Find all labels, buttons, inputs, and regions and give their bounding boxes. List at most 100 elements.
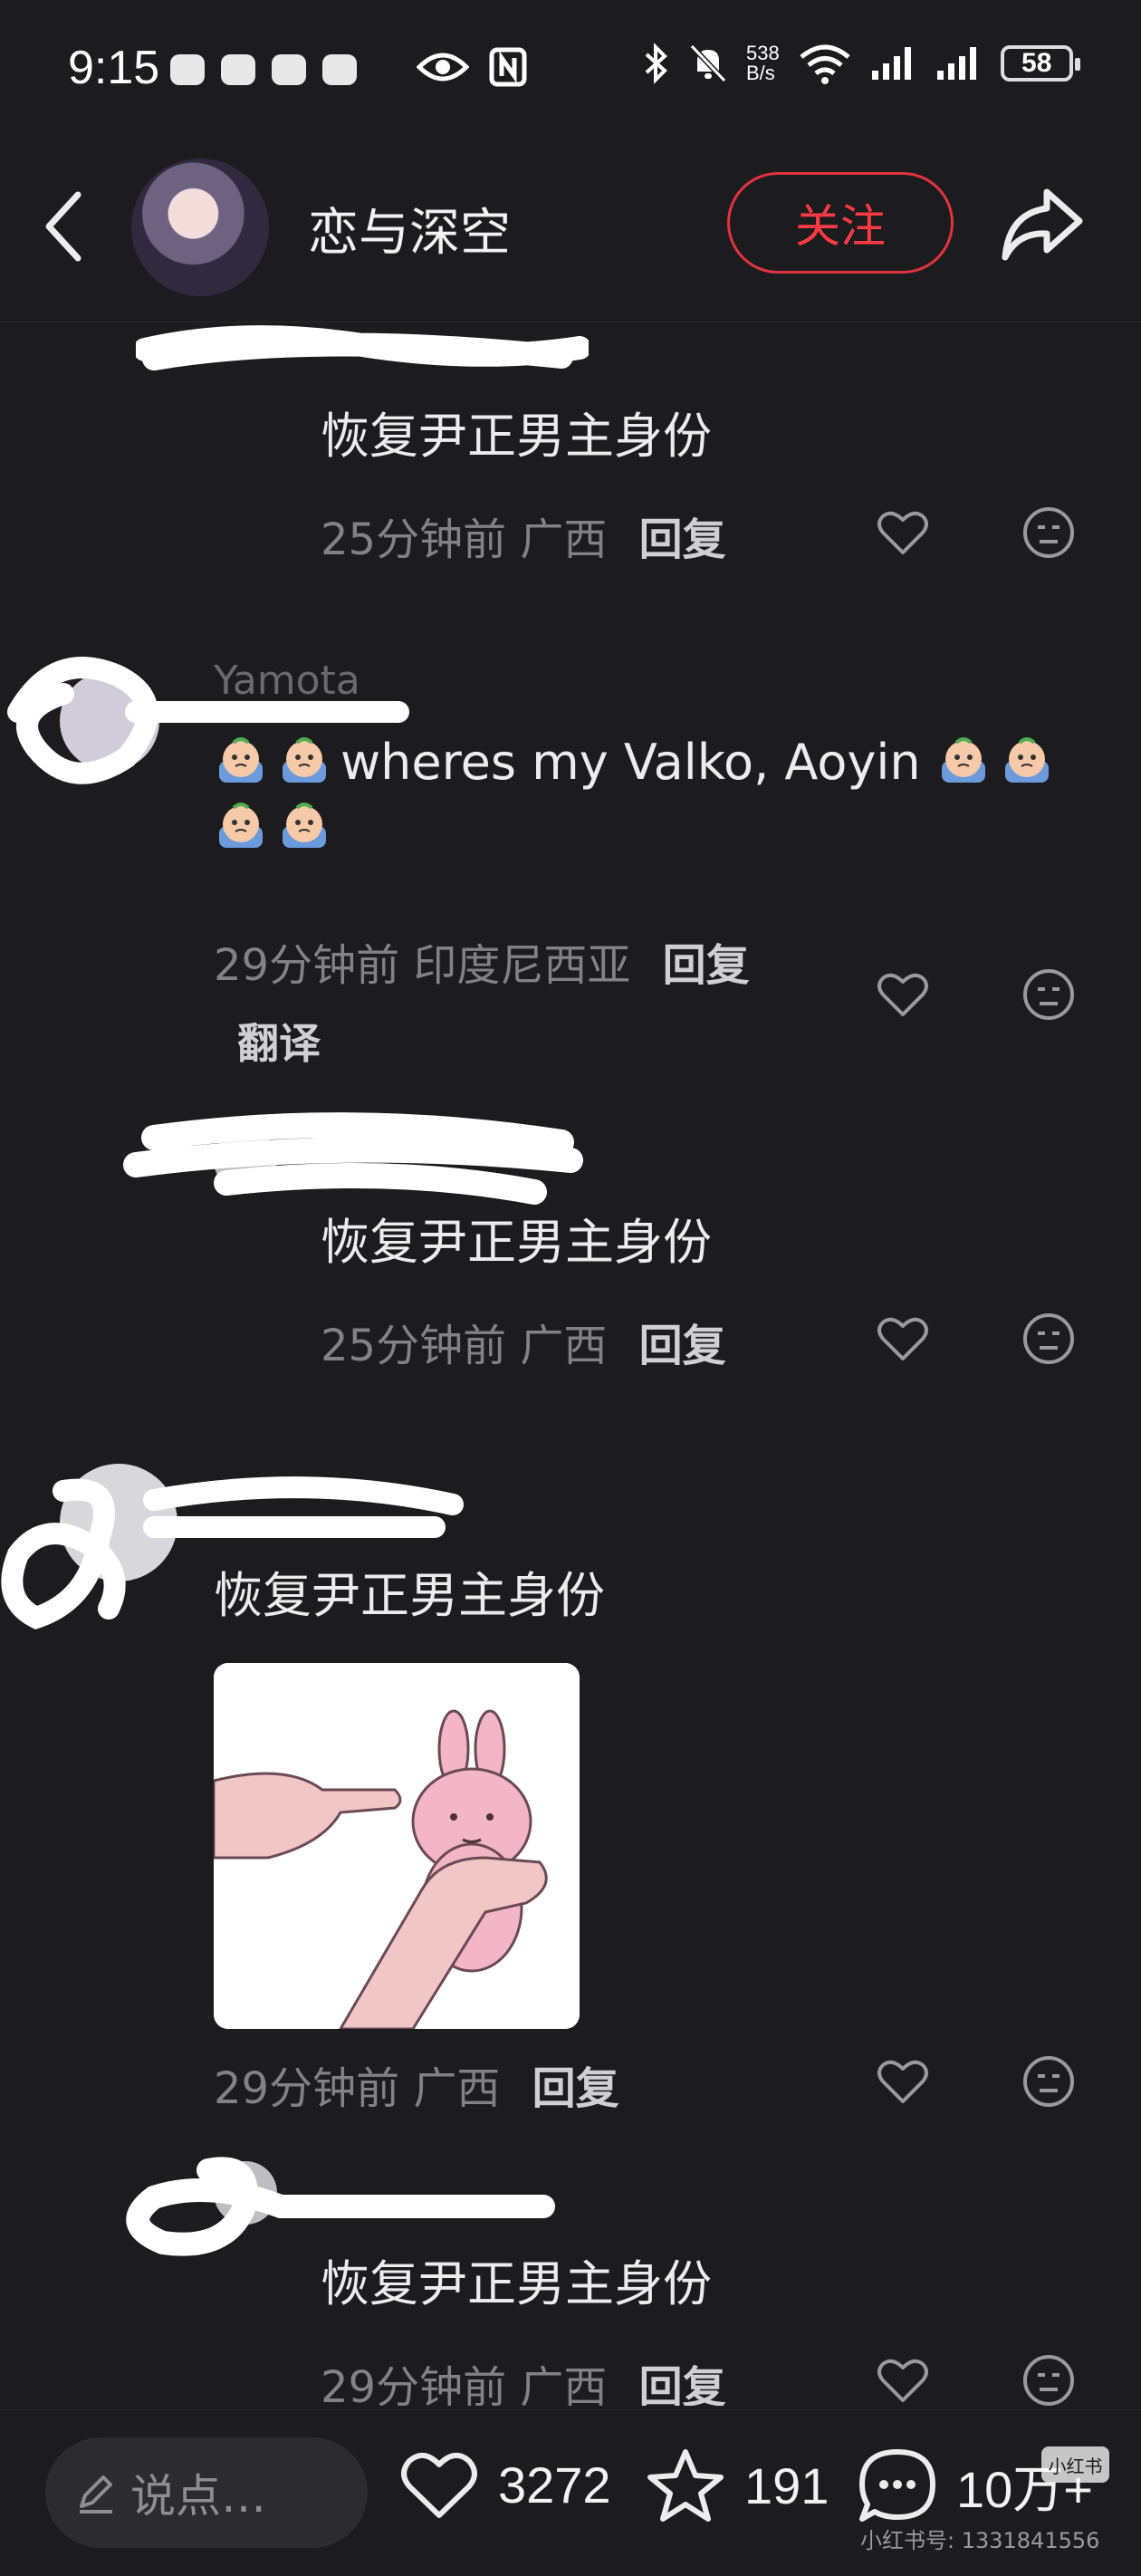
sticker-image[interactable] bbox=[214, 1663, 580, 2029]
eye-icon bbox=[417, 53, 469, 82]
status-icons-right: 538 B/s 58 bbox=[643, 42, 1080, 85]
battery-level: 58 bbox=[1021, 48, 1052, 78]
redaction-scribble bbox=[126, 2157, 555, 2256]
back-chevron-icon[interactable] bbox=[36, 186, 91, 267]
chat-bubble-icon bbox=[859, 2449, 935, 2522]
reply-button[interactable]: 回复 bbox=[639, 1321, 726, 1371]
network-speed-unit: B/s bbox=[746, 62, 775, 84]
crying-emoji-icon bbox=[941, 737, 985, 783]
comment-meta: 29分钟前 广西 回复 bbox=[214, 2052, 619, 2116]
comments-list[interactable]: 恢复尹正男主身份 25分钟前 广西 回复 Yamota wheres my Va… bbox=[0, 322, 1141, 2406]
comment-text: 恢复尹正男主身份 bbox=[321, 1214, 712, 1271]
follow-button[interactable]: 关注 bbox=[727, 172, 954, 274]
comment-item: 恢复尹正男主身份 25分钟前 广西 回复 bbox=[0, 1110, 1141, 1382]
favorite-stat[interactable]: 191 bbox=[645, 2446, 829, 2524]
comment-text: 恢复尹正男主身份 bbox=[321, 2255, 712, 2312]
app-notification-icon bbox=[272, 54, 306, 85]
comment-location: 广西 bbox=[520, 2362, 608, 2406]
author-name[interactable]: 恋与深空 bbox=[308, 192, 511, 265]
nfc-icon bbox=[489, 47, 527, 87]
comment-meta: 25分钟前 广西 回复 bbox=[321, 1310, 726, 1373]
comment-time: 29分钟前 bbox=[321, 2362, 507, 2406]
comment-time: 29分钟前 bbox=[214, 2063, 400, 2114]
crying-emoji-icon bbox=[283, 737, 326, 783]
redaction-scribble bbox=[123, 1112, 583, 1205]
crying-emoji-icon bbox=[283, 803, 326, 848]
comment-location: 广西 bbox=[520, 514, 608, 565]
reply-button[interactable]: 回复 bbox=[532, 2063, 619, 2114]
comment-meta: 29分钟前 印度尼西亚 回复 bbox=[214, 929, 750, 993]
comment-text-body: wheres my Valko, Aoyin bbox=[340, 734, 921, 791]
emoji-icon[interactable] bbox=[1020, 2351, 1078, 2406]
post-header: 恋与深空 关注 bbox=[0, 145, 1141, 322]
comment-item: 恢复尹正男主身份 29分钟前 广西 回复 bbox=[0, 2152, 1141, 2406]
heart-icon[interactable] bbox=[874, 2351, 932, 2406]
heart-icon[interactable] bbox=[874, 966, 932, 1024]
redaction-scribble bbox=[136, 325, 589, 370]
reply-button[interactable]: 回复 bbox=[639, 514, 726, 565]
status-icons-left bbox=[417, 47, 527, 87]
crying-emoji-icon bbox=[1004, 737, 1049, 783]
app-notification-icon bbox=[221, 54, 255, 85]
status-time: 9:15 bbox=[68, 42, 160, 94]
commenter-name[interactable]: Yamota bbox=[214, 658, 360, 704]
heart-icon[interactable] bbox=[874, 1310, 932, 1368]
heart-icon[interactable] bbox=[874, 2052, 932, 2110]
comment-item: 恢复尹正男主身份 25分钟前 广西 回复 bbox=[0, 322, 1141, 594]
comment-meta: 29分钟前 广西 回复 bbox=[321, 2351, 726, 2406]
heart-icon[interactable] bbox=[874, 504, 932, 562]
app-notification-icon bbox=[322, 54, 357, 85]
pencil-icon bbox=[80, 2475, 112, 2514]
emoji-icon[interactable] bbox=[1020, 1310, 1078, 1368]
like-count: 3272 bbox=[498, 2456, 611, 2514]
commenter-avatar[interactable] bbox=[60, 671, 159, 771]
network-speed: 538 B/s bbox=[746, 43, 780, 83]
comment-input[interactable]: 说点… bbox=[45, 2437, 368, 2548]
network-speed-value: 538 bbox=[746, 42, 780, 64]
reply-button[interactable]: 回复 bbox=[639, 2362, 726, 2406]
bottom-action-bar: 说点… 3272 191 10万+ 小红书 小红书号: 1331841556 bbox=[0, 2409, 1141, 2576]
translate-button[interactable]: 翻译 bbox=[237, 1011, 321, 1071]
comment-text: 恢复尹正男主身份 bbox=[321, 408, 712, 465]
notification-icons bbox=[170, 54, 357, 85]
like-stat[interactable]: 3272 bbox=[398, 2446, 611, 2523]
share-arrow-icon[interactable] bbox=[996, 179, 1087, 270]
emoji-icon[interactable] bbox=[1020, 504, 1078, 562]
comment-time: 29分钟前 bbox=[214, 940, 400, 991]
commenter-avatar[interactable] bbox=[214, 1129, 277, 1192]
comment-meta: 25分钟前 广西 回复 bbox=[321, 504, 726, 567]
comment-location: 广西 bbox=[520, 1321, 608, 1371]
battery-tip bbox=[1074, 58, 1080, 71]
watermark-logo: 小红书 bbox=[1041, 2446, 1109, 2483]
status-bar: 9:15 538 B/s 58 bbox=[0, 0, 1141, 145]
heart-icon bbox=[401, 2453, 477, 2518]
commenter-avatar[interactable] bbox=[214, 2161, 277, 2225]
comment-text: 恢复尹正男主身份 bbox=[214, 1567, 605, 1624]
emoji-icon[interactable] bbox=[1020, 2052, 1078, 2110]
bluetooth-icon bbox=[645, 43, 667, 84]
star-icon bbox=[647, 2449, 724, 2522]
reply-button[interactable]: 回复 bbox=[663, 940, 750, 991]
comment-input-placeholder: 说点… bbox=[130, 2470, 266, 2523]
mute-bell-icon bbox=[689, 43, 727, 83]
comment-location: 广西 bbox=[413, 2063, 501, 2114]
wifi-icon bbox=[800, 44, 850, 84]
author-avatar[interactable] bbox=[131, 159, 269, 296]
signal-icon bbox=[936, 47, 976, 80]
signal-icon bbox=[871, 47, 911, 80]
battery-indicator: 58 bbox=[1000, 45, 1080, 82]
comment-time: 25分钟前 bbox=[321, 514, 507, 565]
comment-text: wheres my Valko, Aoyin bbox=[214, 730, 1065, 860]
commenter-avatar[interactable] bbox=[60, 1464, 177, 1581]
crying-emoji-icon bbox=[219, 737, 263, 783]
app-notification-icon bbox=[170, 54, 205, 85]
comment-location: 印度尼西亚 bbox=[413, 940, 631, 991]
watermark-text: 小红书号: 1331841556 bbox=[860, 2528, 1100, 2553]
screen: 9:15 538 B/s 58 恋与深空 关注 恢复尹正男主身份 25分钟前 广… bbox=[0, 0, 1141, 2576]
comment-time: 25分钟前 bbox=[321, 1321, 507, 1371]
crying-emoji-icon bbox=[219, 803, 263, 848]
favorite-count: 191 bbox=[744, 2456, 829, 2514]
emoji-icon[interactable] bbox=[1020, 966, 1078, 1024]
bunny-grab-sticker bbox=[214, 1663, 580, 2029]
comment-item: Yamota wheres my Valko, Aoyin 29分钟前 印度尼西… bbox=[0, 630, 1141, 1138]
